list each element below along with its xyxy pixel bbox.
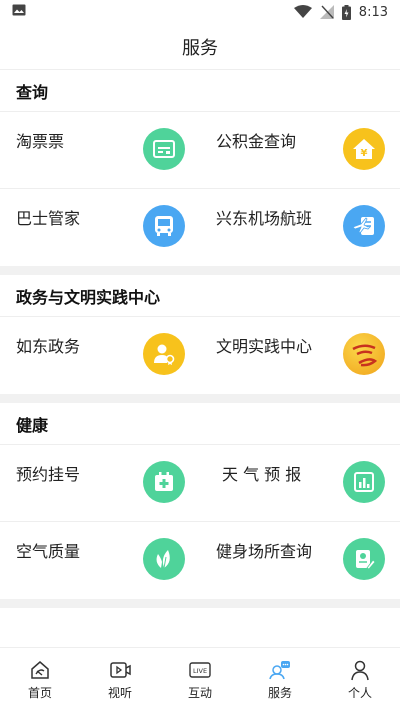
service-label: 天 气 预 报 — [222, 465, 302, 484]
nav-label: 个人 — [347, 685, 372, 700]
section-title-government: 政务与文明实践中心 — [0, 275, 400, 317]
status-bar: 8:13 — [0, 0, 400, 24]
service-label: 空气质量 — [16, 542, 81, 561]
section-divider — [0, 599, 400, 608]
bottom-navigation: 首页 视听 LIVE 互动 服务 个人 — [0, 647, 400, 711]
service-bus-manager[interactable]: 巴士管家 — [0, 189, 200, 266]
svg-text:LIVE: LIVE — [193, 667, 207, 675]
live-icon: LIVE — [189, 659, 211, 681]
grid-row: 如东政务 文明实践中心 — [0, 317, 400, 394]
weather-chart-icon — [343, 461, 385, 503]
wifi-icon — [293, 5, 312, 19]
nav-personal[interactable]: 个人 — [320, 648, 400, 711]
nav-label: 首页 — [27, 685, 52, 700]
service-appointment-registration[interactable]: 预约挂号 — [0, 445, 200, 521]
bus-icon — [143, 205, 185, 247]
grid-row: 预约挂号 天 气 预 报 — [0, 445, 400, 522]
service-taopiaopiao[interactable]: 淘票票 — [0, 112, 200, 188]
service-label: 健身场所查询 — [216, 542, 313, 561]
svg-text:¥: ¥ — [361, 148, 368, 159]
nav-label: 服务 — [267, 685, 292, 700]
page-title-bar: 服务 — [0, 24, 400, 70]
nav-label: 视听 — [107, 685, 132, 700]
flight-icon — [343, 205, 385, 247]
ticket-icon — [143, 128, 185, 170]
service-fitness-venue-query[interactable]: 健身场所查询 — [200, 522, 400, 599]
nav-video[interactable]: 视听 — [80, 648, 160, 711]
nav-interaction[interactable]: LIVE 互动 — [160, 648, 240, 711]
grid-row: 淘票票 公积金查询 ¥ — [0, 112, 400, 189]
government-icon — [143, 333, 185, 375]
service-housing-fund[interactable]: 公积金查询 ¥ — [200, 112, 400, 188]
service-label: 文明实践中心 — [216, 337, 313, 356]
nav-service[interactable]: 服务 — [240, 648, 320, 711]
service-icon — [269, 659, 291, 681]
status-time: 8:13 — [358, 4, 388, 20]
section-title-query: 查询 — [0, 70, 400, 112]
person-icon — [349, 659, 371, 681]
section-health: 健康 预约挂号 天 气 预 报 空气质量 健身场所查询 — [0, 403, 400, 599]
service-label: 淘票票 — [16, 132, 65, 151]
medical-kit-icon — [143, 461, 185, 503]
service-label: 如东政务 — [16, 337, 81, 356]
signal-icon — [319, 5, 334, 19]
home-icon — [29, 659, 51, 681]
service-label: 公积金查询 — [216, 132, 297, 151]
image-icon — [12, 4, 26, 20]
fitness-doc-icon — [343, 538, 385, 580]
service-label: 巴士管家 — [16, 209, 81, 228]
grid-row: 空气质量 健身场所查询 — [0, 522, 400, 599]
grid-row: 巴士管家 兴东机场航班 — [0, 189, 400, 266]
section-title-health: 健康 — [0, 403, 400, 445]
service-air-quality[interactable]: 空气质量 — [0, 522, 200, 599]
section-query: 查询 淘票票 公积金查询 ¥ 巴士管家 兴东机场航班 — [0, 70, 400, 266]
service-weather-forecast[interactable]: 天 气 预 报 — [200, 445, 400, 521]
leaf-icon — [143, 538, 185, 580]
service-rudong-government[interactable]: 如东政务 — [0, 317, 200, 394]
civilization-logo-icon — [343, 333, 385, 375]
section-government: 政务与文明实践中心 如东政务 文明实践中心 — [0, 275, 400, 394]
service-civilization-practice-center[interactable]: 文明实践中心 — [200, 317, 400, 394]
section-divider — [0, 394, 400, 403]
section-divider — [0, 266, 400, 275]
nav-label: 互动 — [187, 685, 212, 700]
service-label: 兴东机场航班 — [216, 209, 313, 228]
page-title: 服务 — [182, 37, 218, 59]
service-xingdong-airport-flights[interactable]: 兴东机场航班 — [200, 189, 400, 266]
service-label: 预约挂号 — [16, 465, 81, 484]
video-icon — [109, 659, 131, 681]
nav-home[interactable]: 首页 — [0, 648, 80, 711]
battery-charging-icon — [341, 4, 351, 20]
housing-fund-icon: ¥ — [343, 128, 385, 170]
